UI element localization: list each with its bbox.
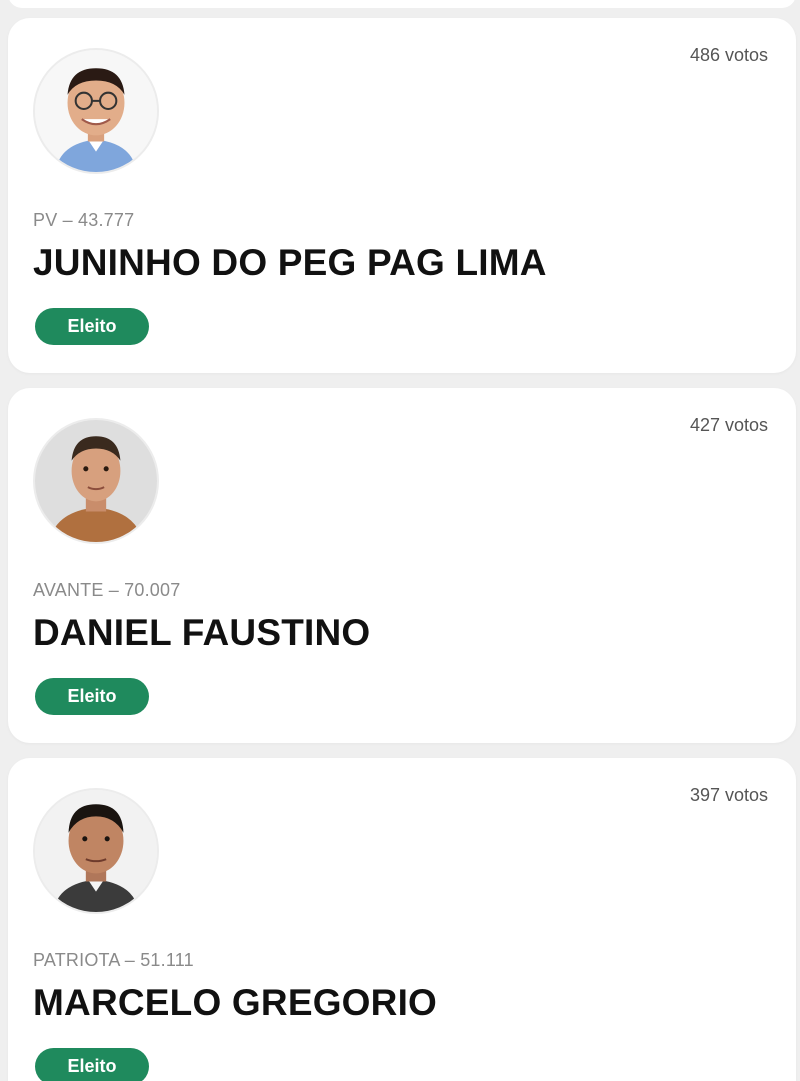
candidate-photo — [33, 418, 159, 544]
candidate-card[interactable]: 397 votos PATRIOTA – 51.111 MARCELO GREG… — [8, 758, 796, 1081]
candidate-photo — [33, 788, 159, 914]
party-number: PATRIOTA – 51.111 — [33, 950, 194, 970]
vote-count: 427 votos — [689, 415, 768, 435]
candidate-card[interactable]: 427 votos AVANTE – 70.007 DANIEL FAUSTIN… — [8, 388, 796, 743]
previous-card-edge — [8, 0, 796, 8]
vote-count: 397 votos — [689, 785, 768, 805]
candidate-photo-image — [35, 420, 157, 542]
candidate-card[interactable]: 486 votos PV – 43.777 JUNINHO DO PEG PAG… — [8, 18, 796, 373]
candidate-name: MARCELO GREGORIO — [33, 982, 438, 1023]
candidate-photo-image — [35, 790, 157, 912]
candidate-name: JUNINHO DO PEG PAG LIMA — [33, 242, 547, 283]
status-badge: Eleito — [35, 1048, 149, 1081]
candidate-name: DANIEL FAUSTINO — [33, 612, 371, 653]
party-number: PV – 43.777 — [33, 210, 135, 230]
candidate-photo — [33, 48, 159, 174]
party-number: AVANTE – 70.007 — [33, 580, 181, 600]
status-badge: Eleito — [35, 308, 149, 345]
status-badge: Eleito — [35, 678, 149, 715]
vote-count: 486 votos — [689, 45, 768, 65]
candidate-photo-image — [35, 50, 157, 172]
candidate-list: 486 votos PV – 43.777 JUNINHO DO PEG PAG… — [0, 0, 800, 1081]
